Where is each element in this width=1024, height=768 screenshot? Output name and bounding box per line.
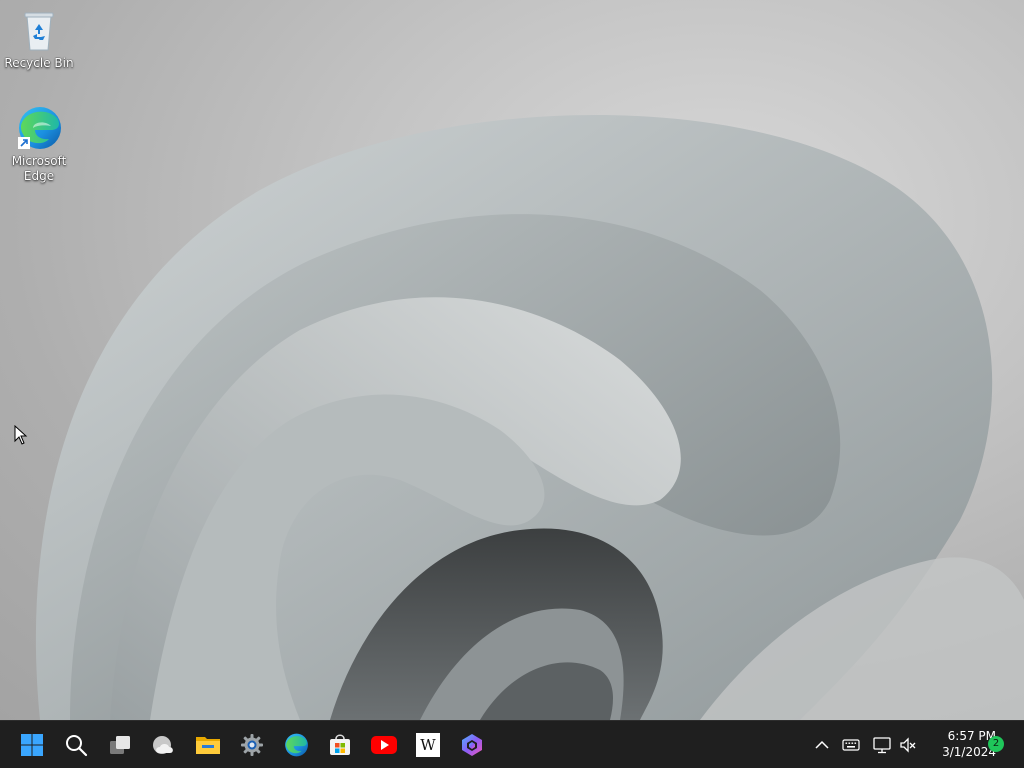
- windows-start-icon: [21, 734, 43, 756]
- copilot-icon: [462, 734, 482, 756]
- recycle-bin-icon: [24, 12, 54, 51]
- task-view-icon: [110, 736, 130, 754]
- settings-button[interactable]: [234, 727, 270, 763]
- desktop-icon-recycle-bin[interactable]: Recycle Bin: [1, 6, 77, 71]
- clock-date: 3/1/2024: [942, 745, 996, 759]
- clock-button[interactable]: 6:57 PM 3/1/2024: [920, 728, 996, 760]
- edge-icon: [18, 107, 61, 149]
- edge-icon: [285, 733, 308, 757]
- keyboard-icon: [842, 739, 860, 751]
- volume-muted-icon: [900, 737, 916, 753]
- file-explorer-button[interactable]: [190, 727, 226, 763]
- desktop-icon-microsoft-edge[interactable]: Microsoft Edge: [1, 104, 77, 184]
- wikipedia-button[interactable]: W: [410, 727, 446, 763]
- search-button[interactable]: [58, 727, 94, 763]
- copilot-button[interactable]: [454, 727, 490, 763]
- chevron-up-icon: [815, 740, 829, 749]
- volume-button[interactable]: [896, 733, 920, 757]
- mouse-pointer: [14, 425, 28, 445]
- network-button[interactable]: [870, 733, 894, 757]
- youtube-icon: [371, 736, 397, 754]
- weather-widget-button[interactable]: [146, 727, 182, 763]
- youtube-button[interactable]: [366, 727, 402, 763]
- show-hidden-icons-button[interactable]: [810, 733, 834, 757]
- task-view-button[interactable]: [102, 727, 138, 763]
- clock-time: 6:57 PM: [947, 729, 996, 743]
- edge-taskbar-button[interactable]: [278, 727, 314, 763]
- store-button[interactable]: [322, 727, 358, 763]
- start-button[interactable]: [14, 727, 50, 763]
- folder-icon: [196, 737, 220, 754]
- gear-icon: [241, 734, 263, 756]
- desktop[interactable]: Recycle Bin Microsoft Edge: [0, 0, 1024, 720]
- recycle-bin-label: Recycle Bin: [4, 56, 74, 70]
- wallpaper-bloom: [35, 115, 1024, 720]
- edge-shortcut-label: Microsoft Edge: [11, 154, 67, 183]
- network-icon: [873, 737, 891, 754]
- weather-cloud-icon: [153, 736, 173, 754]
- store-icon: [330, 734, 350, 755]
- taskbar: W 6:57 PM 3/1/2024: [0, 720, 1024, 768]
- wikipedia-icon: W: [416, 733, 440, 757]
- touch-keyboard-button[interactable]: [839, 733, 863, 757]
- search-icon: [66, 735, 88, 757]
- notification-badge[interactable]: 2: [988, 736, 1004, 752]
